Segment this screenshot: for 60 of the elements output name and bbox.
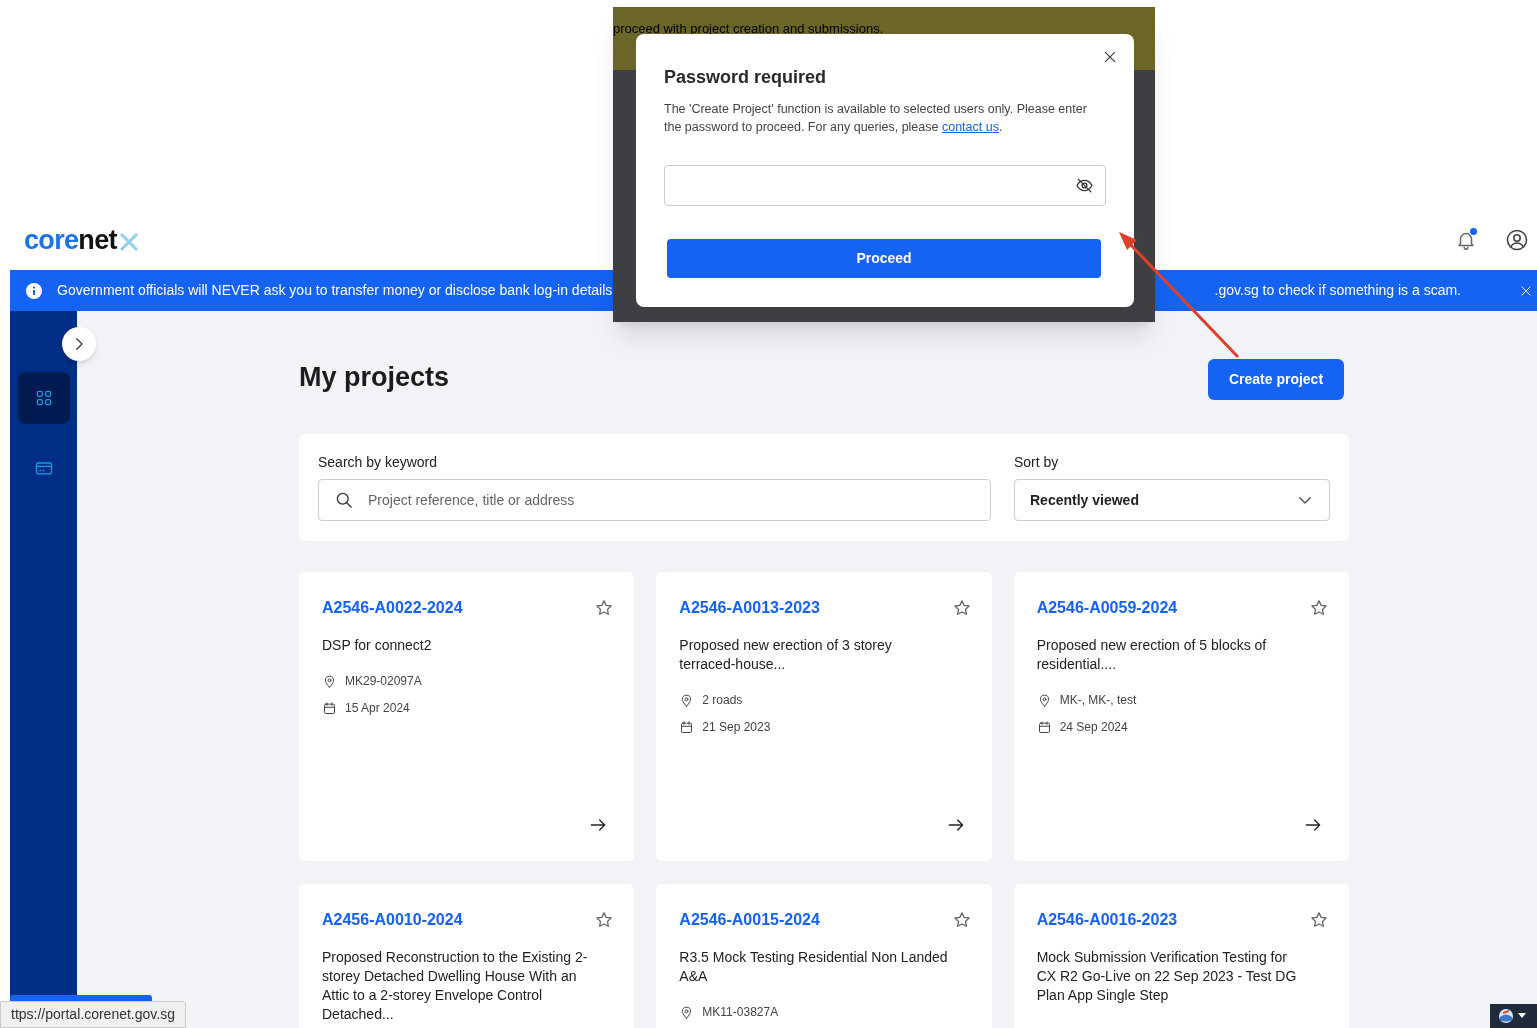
project-reference-link[interactable]: A2546-A0015-2024 xyxy=(679,908,820,932)
search-input[interactable]: Project reference, title or address xyxy=(368,489,990,511)
dialog-message: The 'Create Project' function is available to selected users only. Please enter the password to proceed. For any queries, please contact us. xyxy=(664,101,1088,136)
bell-icon[interactable] xyxy=(1455,229,1477,251)
banner-text: .gov.sg to check if something is a scam. xyxy=(1214,281,1461,300)
project-title: Proposed Reconstruction to the Existing 2-storey Detached Dwelling House With an Attic to a 2-storey Envelope Control Detached... xyxy=(322,948,589,1024)
project-card[interactable]: A2546-A0015-2024 R3.5 Mock Testing Residential Non Landed A&A MK11-03827A xyxy=(656,884,992,1028)
project-title: Mock Submission Verification Testing for CX R2 Go-Live on 22 Sep 2023 - Test DG Plan App Single Step xyxy=(1036,948,1298,1005)
location-pin-icon xyxy=(322,673,337,689)
project-title: DSP for connect2 xyxy=(322,636,433,655)
project-location: 2 roads xyxy=(702,692,743,709)
project-reference-link[interactable]: A2546-A0013-2023 xyxy=(679,596,820,620)
caret-icon[interactable] xyxy=(1518,1013,1526,1019)
calendar-icon xyxy=(1036,719,1052,735)
sort-dropdown[interactable]: Recently viewed xyxy=(1014,479,1330,521)
grid-icon xyxy=(34,388,54,408)
contact-us-link[interactable]: contact us xyxy=(941,120,999,134)
project-card[interactable]: A2546-A0059-2024 Proposed new erection of 5 blocks of residential.... MK-, MK-, test 24 Sep 2024 xyxy=(1013,572,1349,861)
corenet-logo[interactable]: corenet xyxy=(24,219,140,261)
project-title: Proposed new erection of 3 storey terraced-house... xyxy=(679,636,893,674)
project-card[interactable]: A2546-A0013-2023 Proposed new erection of 3 storey terraced-house... 2 roads 21 Sep 2023 xyxy=(656,572,992,861)
project-location: MK-, MK-, test xyxy=(1059,692,1137,709)
banner-text: Government officials will NEVER ask you to transfer money or disclose bank log-in details xyxy=(57,281,613,300)
create-project-button[interactable]: Create project xyxy=(1208,359,1344,400)
dashboard-button[interactable] xyxy=(18,372,70,424)
project-reference-link[interactable]: A2546-A0022-2024 xyxy=(322,596,463,620)
project-card[interactable]: A2546-A0016-2023 Mock Submission Verification Testing for CX R2 Go-Live on 22 Sep 2023 - Test DG Plan App Single Step xyxy=(1013,884,1349,1028)
sort-label: Sort by xyxy=(1014,453,1060,472)
password-field[interactable] xyxy=(664,165,1106,206)
tray-widget[interactable] xyxy=(1490,1004,1537,1028)
status-url: ttps://portal.corenet.gov.sg xyxy=(0,1001,186,1028)
project-date: 15 Apr 2024 xyxy=(345,700,410,717)
page-title: My projects xyxy=(299,361,450,394)
project-date: 21 Sep 2023 xyxy=(702,719,771,736)
project-card[interactable]: A2546-A0022-2024 DSP for connect2 MK29-02097A 15 Apr 2024 xyxy=(299,572,635,861)
user-icon xyxy=(1505,228,1529,252)
project-reference-link[interactable]: A2546-A0059-2024 xyxy=(1036,596,1178,620)
dialog-title: Password required xyxy=(664,66,828,89)
project-reference-link[interactable]: A2456-A0010-2024 xyxy=(322,908,463,932)
star-icon[interactable] xyxy=(1309,910,1329,930)
project-title: Proposed new erection of 5 blocks of residential.... xyxy=(1036,636,1268,674)
project-title: R3.5 Mock Testing Residential Non Landed A&A xyxy=(679,948,949,986)
project-location: MK11-03827A xyxy=(702,1004,779,1021)
close-button[interactable] xyxy=(1102,49,1118,65)
background-text: proceed with project creation and submissions. xyxy=(613,20,885,38)
project-card[interactable]: A2456-A0010-2024 Proposed Reconstruction to the Existing 2-storey Detached Dwelling House With an Attic to a 2-storey Envelope Control Detached... xyxy=(299,884,635,1028)
star-icon[interactable] xyxy=(1309,598,1329,618)
calendar-icon xyxy=(679,719,695,735)
project-date: 24 Sep 2024 xyxy=(1059,719,1128,736)
info-icon xyxy=(25,281,43,300)
globe-icon[interactable] xyxy=(1498,1008,1514,1024)
project-location: MK29-02097A xyxy=(345,673,422,690)
search-label: Search by keyword xyxy=(318,453,439,472)
calendar-icon xyxy=(322,700,337,716)
eye-off-icon[interactable] xyxy=(1075,176,1094,195)
search-icon xyxy=(334,490,354,510)
proceed-button[interactable]: Proceed xyxy=(667,239,1101,278)
search-field[interactable]: Project reference, title or address xyxy=(318,479,991,521)
project-reference-link[interactable]: A2546-A0016-2023 xyxy=(1036,908,1178,932)
close-icon[interactable] xyxy=(1519,283,1533,298)
